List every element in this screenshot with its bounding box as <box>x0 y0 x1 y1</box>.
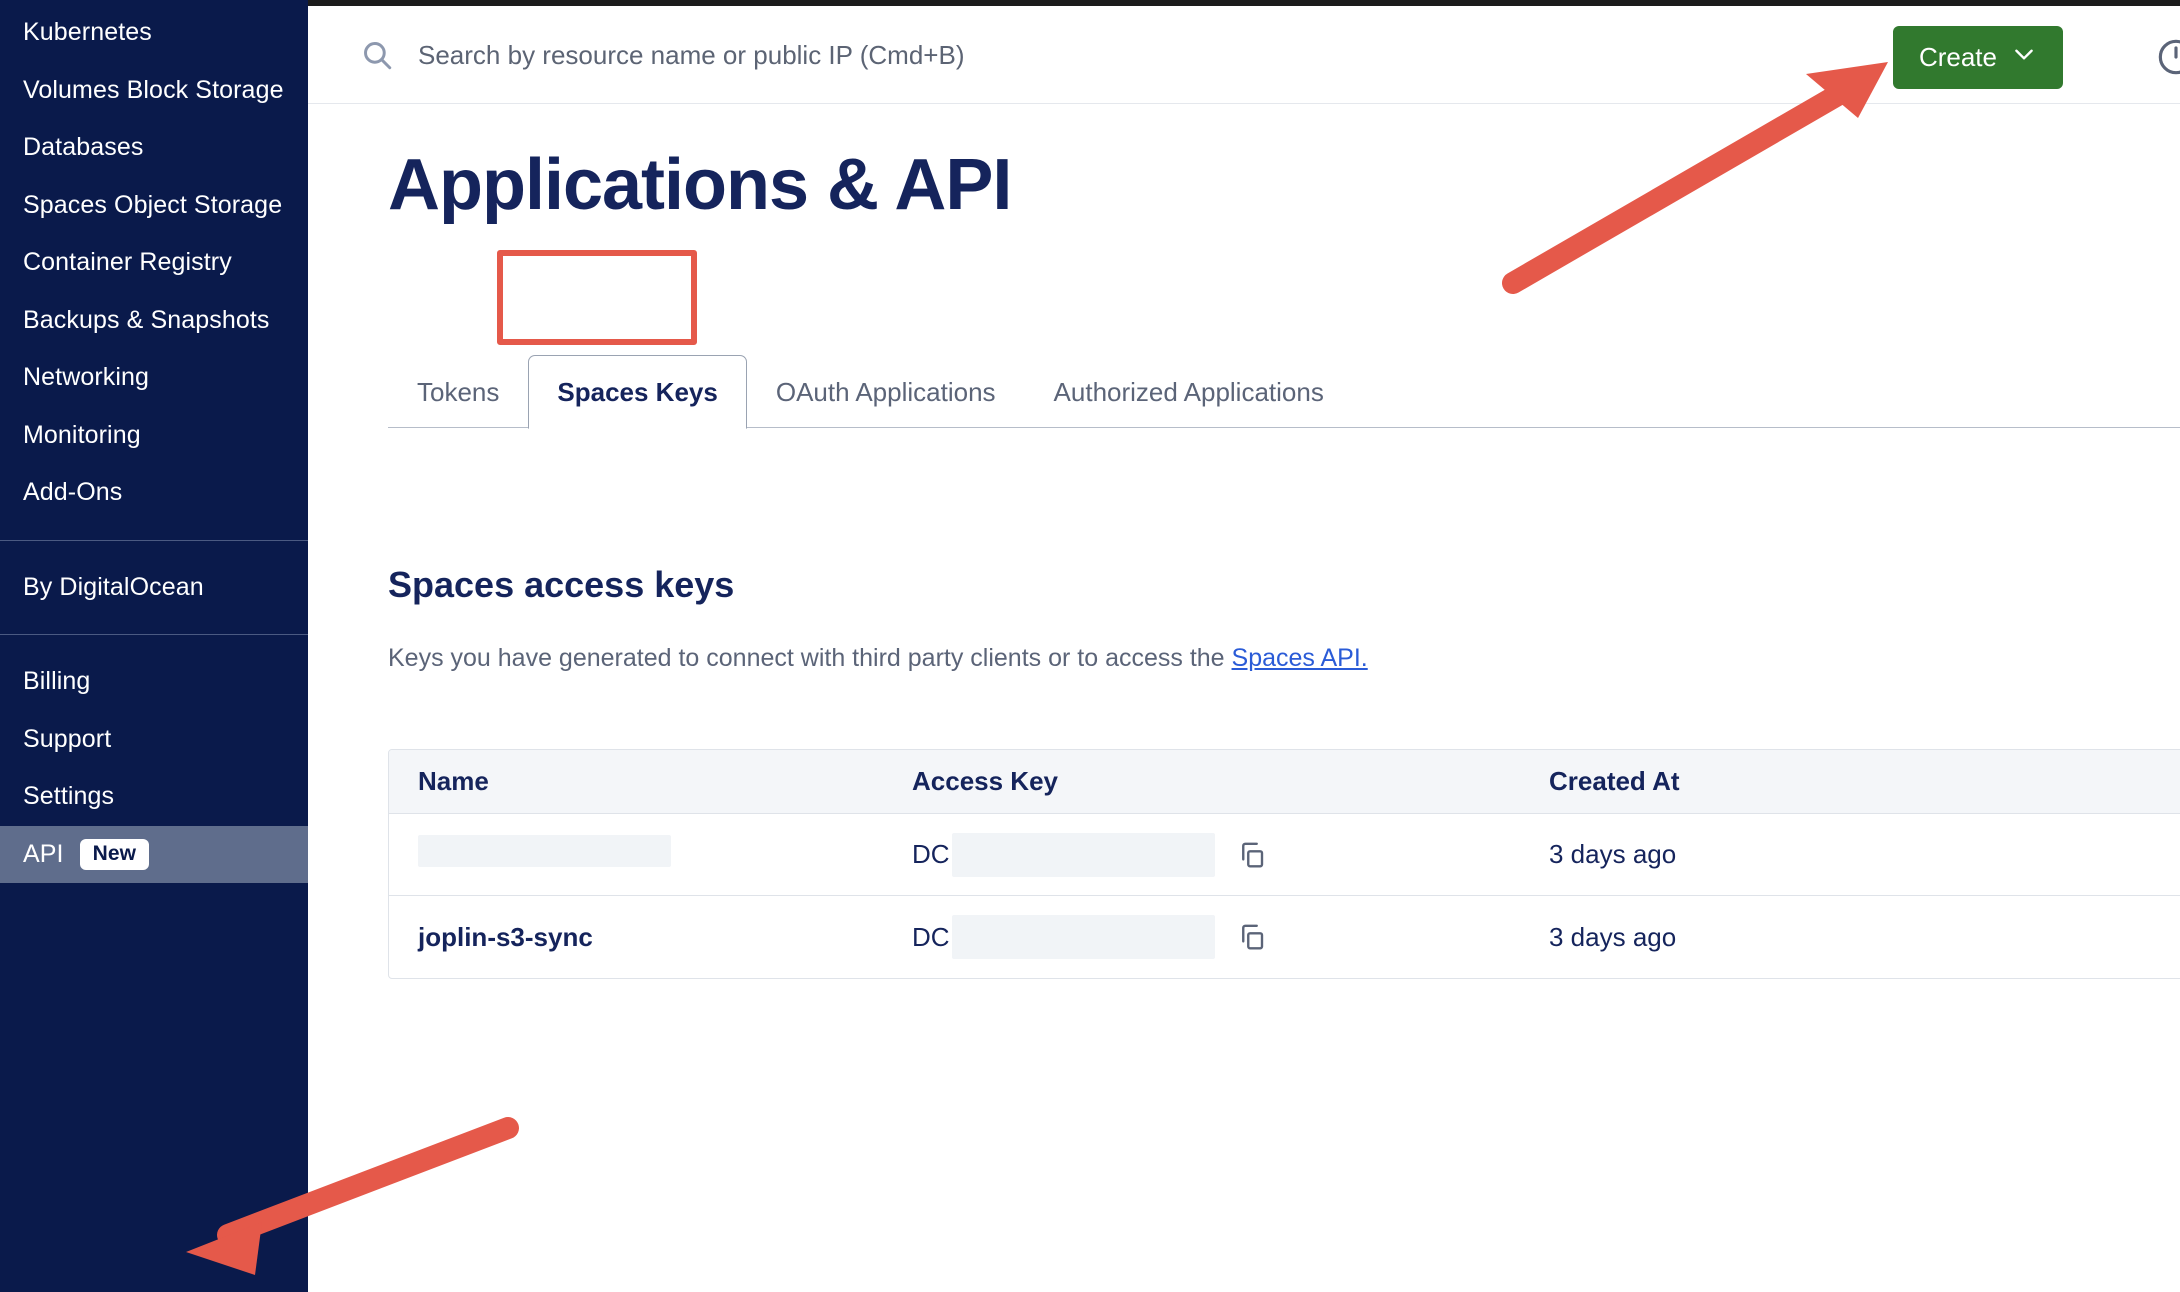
sidebar: Kubernetes Volumes Block Storage Databas… <box>0 0 308 1292</box>
sidebar-item-label: Kubernetes <box>23 18 152 47</box>
sidebar-item-label: Networking <box>23 363 149 392</box>
column-header-name: Name <box>389 766 912 797</box>
sidebar-item-label: Container Registry <box>23 248 232 277</box>
sidebar-item-label: Billing <box>23 667 90 696</box>
sidebar-item-api[interactable]: API New <box>0 826 308 884</box>
sidebar-item-label: By DigitalOcean <box>23 573 204 602</box>
sidebar-tertiary-list: Billing Support Settings API New <box>0 653 308 883</box>
sidebar-new-badge: New <box>80 839 149 870</box>
sidebar-spacer <box>0 616 308 634</box>
tab-label: Tokens <box>417 377 499 408</box>
sidebar-item-by-digitalocean[interactable]: By DigitalOcean <box>0 559 308 617</box>
sidebar-secondary-list: By DigitalOcean <box>0 559 308 617</box>
copy-icon[interactable] <box>1237 922 1267 952</box>
sidebar-item-billing[interactable]: Billing <box>0 653 308 711</box>
sidebar-item-backups-snapshots[interactable]: Backups & Snapshots <box>0 292 308 350</box>
cell-access-key: DC <box>912 915 1452 959</box>
tab-bar: Tokens Spaces Keys OAuth Applications Au… <box>388 324 2180 428</box>
create-button-label: Create <box>1919 42 1997 73</box>
tab-label: Authorized Applications <box>1054 377 1324 408</box>
sidebar-item-spaces-object-storage[interactable]: Spaces Object Storage <box>0 177 308 235</box>
column-header-created-at: Created At <box>1452 766 1792 797</box>
tab-tokens[interactable]: Tokens <box>388 356 528 428</box>
page-title: Applications & API <box>388 144 1011 226</box>
sidebar-item-label: Support <box>23 725 111 754</box>
sidebar-item-label: Spaces Object Storage <box>23 191 282 220</box>
sidebar-item-volumes-block-storage[interactable]: Volumes Block Storage <box>0 62 308 120</box>
redacted-access-key-value <box>952 833 1215 877</box>
column-header-access-key: Access Key <box>912 766 1452 797</box>
cell-name: joplin-s3-sync <box>389 922 912 953</box>
sidebar-spacer <box>0 541 308 559</box>
chevron-down-icon <box>2011 41 2037 74</box>
tab-authorized-applications[interactable]: Authorized Applications <box>1025 356 1353 428</box>
tab-label: Spaces Keys <box>557 377 717 408</box>
cell-access-key: DC <box>912 833 1452 877</box>
tab-oauth-applications[interactable]: OAuth Applications <box>747 356 1025 428</box>
sidebar-item-kubernetes[interactable]: Kubernetes <box>0 4 308 62</box>
sidebar-item-label: Monitoring <box>23 421 141 450</box>
spaces-api-link[interactable]: Spaces API. <box>1232 644 1368 672</box>
redacted-name-value <box>418 835 671 867</box>
cell-name <box>389 835 912 874</box>
access-key-prefix: DC <box>912 922 950 953</box>
section-description-text: Keys you have generated to connect with … <box>388 644 1232 672</box>
sidebar-item-settings[interactable]: Settings <box>0 768 308 826</box>
app-root: Kubernetes Volumes Block Storage Databas… <box>0 0 2180 1292</box>
sidebar-item-label: Databases <box>23 133 143 162</box>
key-name-value: joplin-s3-sync <box>418 922 593 952</box>
tab-spaces-keys[interactable]: Spaces Keys <box>528 355 746 429</box>
sidebar-item-label: API <box>23 840 64 869</box>
search-input[interactable] <box>418 40 1418 71</box>
copy-icon[interactable] <box>1237 840 1267 870</box>
sidebar-item-add-ons[interactable]: Add-Ons <box>0 464 308 522</box>
help-circle-icon[interactable] <box>2156 37 2180 82</box>
section-description: Keys you have generated to connect with … <box>388 644 1368 673</box>
tab-list: Tokens Spaces Keys OAuth Applications Au… <box>388 324 1353 428</box>
sidebar-item-monitoring[interactable]: Monitoring <box>0 407 308 465</box>
sidebar-spacer <box>0 522 308 540</box>
sidebar-spacer <box>0 635 308 653</box>
create-button[interactable]: Create <box>1893 26 2063 89</box>
search-icon <box>360 38 394 72</box>
redacted-access-key-value <box>952 915 1215 959</box>
cell-created-at: 3 days ago <box>1452 922 1792 953</box>
top-header: Create <box>308 6 2180 104</box>
search-bar[interactable] <box>360 6 1418 104</box>
cell-created-at: 3 days ago <box>1452 839 1792 870</box>
sidebar-primary-list: Kubernetes Volumes Block Storage Databas… <box>0 4 308 522</box>
sidebar-item-support[interactable]: Support <box>0 711 308 769</box>
access-key-prefix: DC <box>912 839 950 870</box>
spaces-keys-table: Name Access Key Created At DC <box>388 749 2180 979</box>
sidebar-item-databases[interactable]: Databases <box>0 119 308 177</box>
table-row[interactable]: DC 3 days ago <box>389 814 2180 896</box>
sidebar-item-label: Settings <box>23 782 114 811</box>
table-row[interactable]: joplin-s3-sync DC 3 days ago <box>389 896 2180 978</box>
sidebar-item-label: Backups & Snapshots <box>23 306 270 335</box>
tab-label: OAuth Applications <box>776 377 996 408</box>
table-header-row: Name Access Key Created At <box>389 750 2180 814</box>
sidebar-item-label: Add-Ons <box>23 478 122 507</box>
sidebar-item-networking[interactable]: Networking <box>0 349 308 407</box>
sidebar-item-container-registry[interactable]: Container Registry <box>0 234 308 292</box>
section-title: Spaces access keys <box>388 564 734 606</box>
main-content: Applications & API Tokens Spaces Keys OA… <box>308 104 2180 1292</box>
sidebar-item-label: Volumes Block Storage <box>23 76 284 105</box>
